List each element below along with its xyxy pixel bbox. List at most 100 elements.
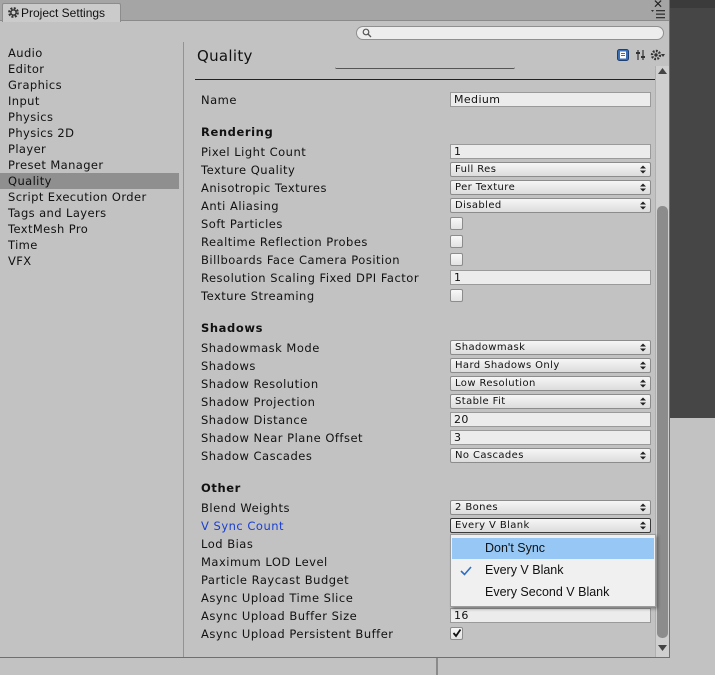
sidebar-item-quality[interactable]: Quality xyxy=(0,173,179,189)
search-input[interactable] xyxy=(356,26,664,40)
shadow-projection-dropdown[interactable]: Stable Fit xyxy=(450,394,651,409)
scene-view-backdrop xyxy=(670,0,715,418)
shadow-distance-field[interactable]: 20 xyxy=(450,412,651,427)
resolution-scaling-dpi-row: Resolution Scaling Fixed DPI Factor 1 xyxy=(201,269,651,287)
anisotropic-textures-dropdown[interactable]: Per Texture xyxy=(450,180,651,195)
shadow-resolution-dropdown[interactable]: Low Resolution xyxy=(450,376,651,391)
sidebar-item-graphics[interactable]: Graphics xyxy=(0,77,179,93)
pixel-light-count-row: Pixel Light Count 1 xyxy=(201,143,651,161)
async-upload-persistent-buffer-row: Async Upload Persistent Buffer xyxy=(201,625,651,643)
lod-bias-label: Lod Bias xyxy=(201,537,254,551)
shadow-near-plane-offset-row: Shadow Near Plane Offset 3 xyxy=(201,429,651,447)
vsync-option-label: Every Second V Blank xyxy=(485,585,610,599)
tab-project-settings[interactable]: Project Settings xyxy=(2,3,121,22)
anti-aliasing-value: Disabled xyxy=(455,200,502,211)
realtime-reflection-probes-row: Realtime Reflection Probes xyxy=(201,233,651,251)
async-upload-buffer-size-row: Async Upload Buffer Size 16 xyxy=(201,607,651,625)
vsync-count-value: Every V Blank xyxy=(455,520,530,531)
shadow-cascades-dropdown[interactable]: No Cascades xyxy=(450,448,651,463)
anti-aliasing-dropdown[interactable]: Disabled xyxy=(450,198,651,213)
dropdown-arrow-icon xyxy=(640,379,646,388)
toolbar xyxy=(0,22,669,42)
sidebar-item-player[interactable]: Player xyxy=(0,141,179,157)
preset-icon[interactable] xyxy=(635,49,647,61)
sidebar-item-editor[interactable]: Editor xyxy=(0,61,179,77)
billboards-face-camera-checkbox[interactable] xyxy=(450,253,463,266)
anisotropic-textures-label: Anisotropic Textures xyxy=(201,181,327,195)
vsync-option-every-v-blank[interactable]: Every V Blank xyxy=(452,560,654,581)
sidebar-item-audio[interactable]: Audio xyxy=(0,45,179,61)
async-upload-persistent-buffer-checkbox[interactable] xyxy=(450,627,463,640)
scroll-down-arrow-icon[interactable] xyxy=(658,645,667,651)
realtime-reflection-probes-checkbox[interactable] xyxy=(450,235,463,248)
check-icon xyxy=(460,566,472,576)
shadowmask-mode-row: Shadowmask Mode Shadowmask xyxy=(201,339,651,357)
gear-icon[interactable] xyxy=(650,48,666,62)
shadow-resolution-row: Shadow Resolution Low Resolution xyxy=(201,375,651,393)
async-upload-time-slice-label: Async Upload Time Slice xyxy=(201,591,354,605)
vertical-scrollbar[interactable] xyxy=(655,66,669,657)
dropdown-arrow-icon xyxy=(640,521,646,530)
blend-weights-value: 2 Bones xyxy=(455,502,499,513)
vsync-option-dont-sync[interactable]: Don't Sync xyxy=(452,538,654,559)
vsync-option-label: Don't Sync xyxy=(485,541,546,555)
name-field[interactable]: Medium xyxy=(450,92,651,107)
soft-particles-label: Soft Particles xyxy=(201,217,283,231)
texture-streaming-row: Texture Streaming xyxy=(201,287,651,305)
shadows-value: Hard Shadows Only xyxy=(455,360,560,371)
shadow-resolution-value: Low Resolution xyxy=(455,378,536,389)
vsync-option-label: Every V Blank xyxy=(485,563,564,577)
billboards-face-camera-row: Billboards Face Camera Position xyxy=(201,251,651,269)
inspector-backdrop xyxy=(670,418,715,675)
sidebar-item-physics-2d[interactable]: Physics 2D xyxy=(0,125,179,141)
name-label: Name xyxy=(201,93,237,107)
texture-quality-value: Full Res xyxy=(455,164,497,175)
vsync-option-every-second-v-blank[interactable]: Every Second V Blank xyxy=(452,582,654,603)
sidebar-item-preset-manager[interactable]: Preset Manager xyxy=(0,157,179,173)
pixel-light-count-field[interactable]: 1 xyxy=(450,144,651,159)
sidebar-item-vfx[interactable]: VFX xyxy=(0,253,179,269)
sidebar-item-input[interactable]: Input xyxy=(0,93,179,109)
shadow-near-plane-offset-label: Shadow Near Plane Offset xyxy=(201,431,364,445)
tab-title: Project Settings xyxy=(21,6,106,20)
scene-view-toolbar-backdrop xyxy=(670,0,715,8)
project-settings-window: Project Settings ✕ Audio Editor Graphics… xyxy=(0,0,670,658)
menu-icon[interactable] xyxy=(651,9,665,19)
panel-divider xyxy=(436,658,438,675)
shadow-distance-row: Shadow Distance 20 xyxy=(201,411,651,429)
sidebar-item-physics[interactable]: Physics xyxy=(0,109,179,125)
name-row: Name Medium xyxy=(201,91,651,109)
texture-streaming-label: Texture Streaming xyxy=(201,289,315,303)
shadow-near-plane-offset-field[interactable]: 3 xyxy=(450,430,651,445)
max-lod-level-label: Maximum LOD Level xyxy=(201,555,328,569)
async-upload-buffer-size-label: Async Upload Buffer Size xyxy=(201,609,358,623)
page-title: Quality xyxy=(197,47,253,65)
sidebar-item-time[interactable]: Time xyxy=(0,237,179,253)
vsync-count-dropdown[interactable]: Every V Blank xyxy=(450,518,651,533)
pixel-light-count-label: Pixel Light Count xyxy=(201,145,307,159)
blend-weights-dropdown[interactable]: 2 Bones xyxy=(450,500,651,515)
soft-particles-checkbox[interactable] xyxy=(450,217,463,230)
bottom-panel-backdrop xyxy=(0,658,715,675)
settings-sidebar: Audio Editor Graphics Input Physics Phys… xyxy=(0,42,184,657)
help-icon[interactable] xyxy=(617,49,629,61)
sidebar-item-tags-and-layers[interactable]: Tags and Layers xyxy=(0,205,179,221)
shadowmask-mode-label: Shadowmask Mode xyxy=(201,341,320,355)
dropdown-arrow-icon xyxy=(640,343,646,352)
scroll-up-arrow-icon[interactable] xyxy=(658,68,667,74)
dropdown-arrow-icon xyxy=(640,503,646,512)
shadow-projection-row: Shadow Projection Stable Fit xyxy=(201,393,651,411)
sidebar-item-script-execution-order[interactable]: Script Execution Order xyxy=(0,189,179,205)
shadow-distance-label: Shadow Distance xyxy=(201,413,308,427)
shadowmask-mode-dropdown[interactable]: Shadowmask xyxy=(450,340,651,355)
scrollbar-thumb[interactable] xyxy=(657,206,668,638)
section-rendering: Rendering xyxy=(201,125,274,139)
texture-quality-dropdown[interactable]: Full Res xyxy=(450,162,651,177)
sidebar-item-textmesh-pro[interactable]: TextMesh Pro xyxy=(0,221,179,237)
resolution-scaling-dpi-field[interactable]: 1 xyxy=(450,270,651,285)
async-upload-buffer-size-field[interactable]: 16 xyxy=(450,608,651,623)
realtime-reflection-probes-label: Realtime Reflection Probes xyxy=(201,235,368,249)
texture-streaming-checkbox[interactable] xyxy=(450,289,463,302)
shadows-dropdown[interactable]: Hard Shadows Only xyxy=(450,358,651,373)
search-icon xyxy=(362,28,372,38)
